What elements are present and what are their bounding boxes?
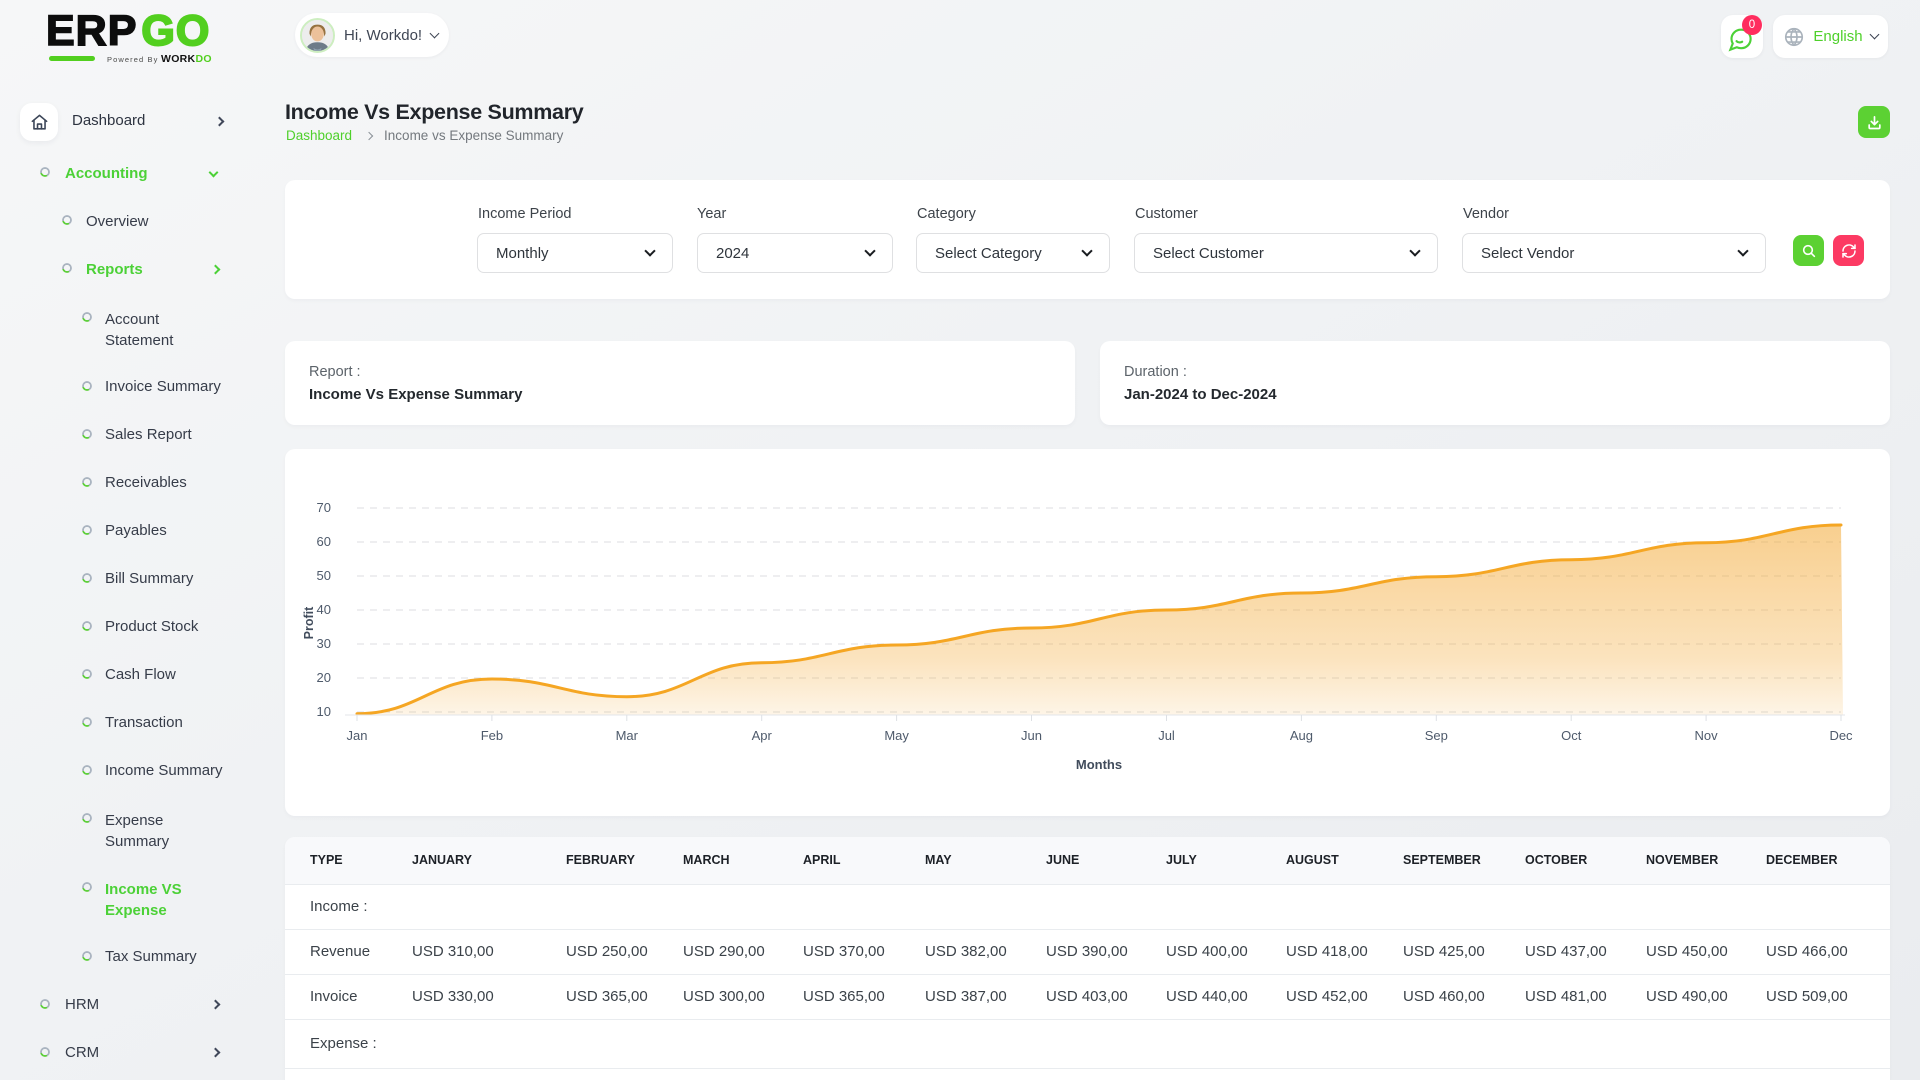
svg-text:Feb: Feb (481, 728, 503, 743)
svg-text:Months: Months (1076, 757, 1122, 772)
svg-text:10: 10 (317, 704, 331, 719)
svg-text:Apr: Apr (752, 728, 773, 743)
svg-text:Profit: Profit (302, 606, 316, 639)
svg-text:Jun: Jun (1021, 728, 1042, 743)
svg-text:Mar: Mar (616, 728, 639, 743)
svg-text:Oct: Oct (1561, 728, 1582, 743)
svg-text:20: 20 (317, 670, 331, 685)
svg-text:Nov: Nov (1695, 728, 1719, 743)
svg-text:30: 30 (317, 636, 331, 651)
svg-text:Dec: Dec (1829, 728, 1853, 743)
svg-text:May: May (884, 728, 909, 743)
svg-text:70: 70 (317, 500, 331, 515)
svg-text:Aug: Aug (1290, 728, 1313, 743)
svg-text:50: 50 (317, 568, 331, 583)
svg-text:Jul: Jul (1158, 728, 1175, 743)
svg-text:60: 60 (317, 534, 331, 549)
svg-text:40: 40 (317, 602, 331, 617)
svg-text:Jan: Jan (347, 728, 368, 743)
svg-text:Sep: Sep (1425, 728, 1448, 743)
